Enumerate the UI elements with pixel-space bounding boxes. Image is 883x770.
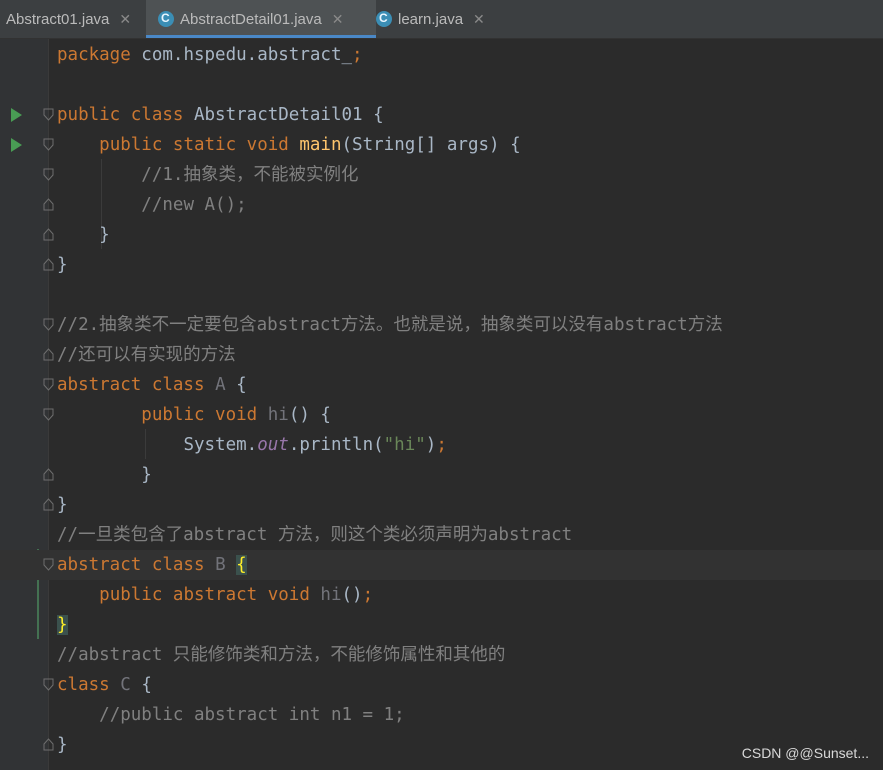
opening-brace: {: [236, 375, 247, 395]
tab-label: learn.java: [398, 10, 464, 28]
keyword: public static void: [99, 135, 289, 155]
keyword: public void: [141, 405, 258, 425]
fold-marker-icon[interactable]: [43, 108, 54, 121]
code-line: //2.抽象类不一定要包含abstract方法。也就是说，抽象类可以没有abst…: [0, 310, 883, 340]
fold-marker-icon[interactable]: [43, 678, 54, 691]
java-class-icon: [376, 11, 392, 27]
keyword: package: [57, 45, 131, 65]
code-line: //abstract 只能修饰类和方法，不能修饰属性和其他的: [0, 640, 883, 670]
fold-marker-icon[interactable]: [43, 228, 54, 241]
code-line: //new A();: [0, 190, 883, 220]
code-line: public class AbstractDetail01 {: [0, 100, 883, 130]
class-ref: System.: [183, 435, 258, 455]
fold-marker-icon[interactable]: [43, 258, 54, 271]
package-name: com.hspedu.abstract_: [130, 45, 353, 65]
keyword: abstract class: [57, 555, 205, 575]
tab-learn[interactable]: learn.java ✕: [370, 0, 506, 38]
paren: ): [425, 435, 437, 455]
closing-brace: }: [57, 495, 68, 515]
run-icon[interactable]: [11, 108, 22, 122]
comment: //一旦类包含了abstract 方法，则这个类必须声明为abstract: [57, 525, 573, 545]
tab-abstractdetail01[interactable]: AbstractDetail01.java ✕: [146, 0, 376, 38]
semicolon: ;: [362, 585, 374, 605]
tab-label: Abstract01.java: [6, 10, 110, 28]
fold-marker-icon[interactable]: [43, 138, 54, 151]
comment: //1.抽象类，不能被实例化: [141, 165, 359, 185]
run-icon[interactable]: [11, 138, 22, 152]
semicolon: ;: [352, 45, 363, 65]
closing-brace: }: [99, 225, 110, 245]
watermark: CSDN @@Sunset...: [741, 745, 869, 761]
string-literal: "hi": [383, 435, 426, 455]
fold-marker-icon[interactable]: [43, 378, 54, 391]
params: (String[] args) {: [341, 135, 521, 155]
comment: //public abstract int n1 = 1;: [99, 705, 405, 725]
fold-marker-icon[interactable]: [43, 198, 54, 211]
comment: //2.抽象类不一定要包含abstract方法。也就是说，抽象类可以没有abst…: [57, 315, 723, 335]
class-name: C: [120, 675, 131, 695]
fold-marker-icon[interactable]: [43, 558, 54, 571]
comment: //abstract 只能修饰类和方法，不能修饰属性和其他的: [57, 645, 506, 665]
tab-label: AbstractDetail01.java: [180, 10, 322, 28]
code-line: //一旦类包含了abstract 方法，则这个类必须声明为abstract: [0, 520, 883, 550]
class-declaration: AbstractDetail01 {: [183, 105, 384, 125]
code-line-current: abstract class B {: [0, 550, 883, 580]
code-line: abstract class A {: [0, 370, 883, 400]
java-class-icon: [158, 11, 174, 27]
fold-marker-icon[interactable]: [43, 408, 54, 421]
fold-marker-icon[interactable]: [43, 348, 54, 361]
keyword: public class: [57, 105, 184, 125]
code-line: }: [0, 460, 883, 490]
code-line: package com.hspedu.abstract_;: [0, 40, 883, 70]
code-line: }: [0, 220, 883, 250]
comment: //还可以有实现的方法: [57, 345, 236, 365]
keyword: abstract class: [57, 375, 205, 395]
fold-marker-icon[interactable]: [43, 318, 54, 331]
code-line: }: [0, 490, 883, 520]
code-line: //public abstract int n1 = 1;: [0, 700, 883, 730]
fold-marker-icon[interactable]: [43, 498, 54, 511]
method-name: hi: [267, 405, 289, 425]
method-call: .println(: [288, 435, 384, 455]
closing-brace: }: [57, 735, 68, 755]
keyword: class: [57, 675, 110, 695]
code-line: System.out.println("hi");: [0, 430, 883, 460]
method-name: hi: [320, 585, 342, 605]
code-line: public static void main(String[] args) {: [0, 130, 883, 160]
keyword: public abstract void: [99, 585, 310, 605]
code-line: public void hi() {: [0, 400, 883, 430]
method-name: main: [299, 135, 342, 155]
matched-brace: }: [57, 615, 68, 635]
closing-brace: }: [141, 465, 152, 485]
editor-tab-bar: Abstract01.java ✕ AbstractDetail01.java …: [0, 0, 883, 39]
code-line: //还可以有实现的方法: [0, 340, 883, 370]
tab-abstract01[interactable]: Abstract01.java ✕: [0, 0, 146, 38]
fold-marker-icon[interactable]: [43, 168, 54, 181]
matched-brace: {: [236, 555, 247, 575]
opening-brace: {: [141, 675, 152, 695]
code-line: }: [0, 250, 883, 280]
semicolon: ;: [436, 435, 447, 455]
close-icon[interactable]: ✕: [119, 11, 131, 28]
fold-marker-icon[interactable]: [43, 738, 54, 751]
fold-marker-icon[interactable]: [43, 468, 54, 481]
code-line: }: [0, 610, 883, 640]
params: () {: [288, 405, 331, 425]
class-name: A: [215, 375, 226, 395]
comment: //new A();: [141, 195, 247, 215]
code-line: public abstract void hi();: [0, 580, 883, 610]
class-name: B: [215, 555, 226, 575]
code-line: //1.抽象类，不能被实例化: [0, 160, 883, 190]
close-icon[interactable]: ✕: [332, 11, 344, 28]
params: (): [341, 585, 363, 605]
code-line: class C {: [0, 670, 883, 700]
close-icon[interactable]: ✕: [473, 11, 485, 28]
static-field: out: [257, 435, 289, 455]
closing-brace: }: [57, 255, 68, 275]
